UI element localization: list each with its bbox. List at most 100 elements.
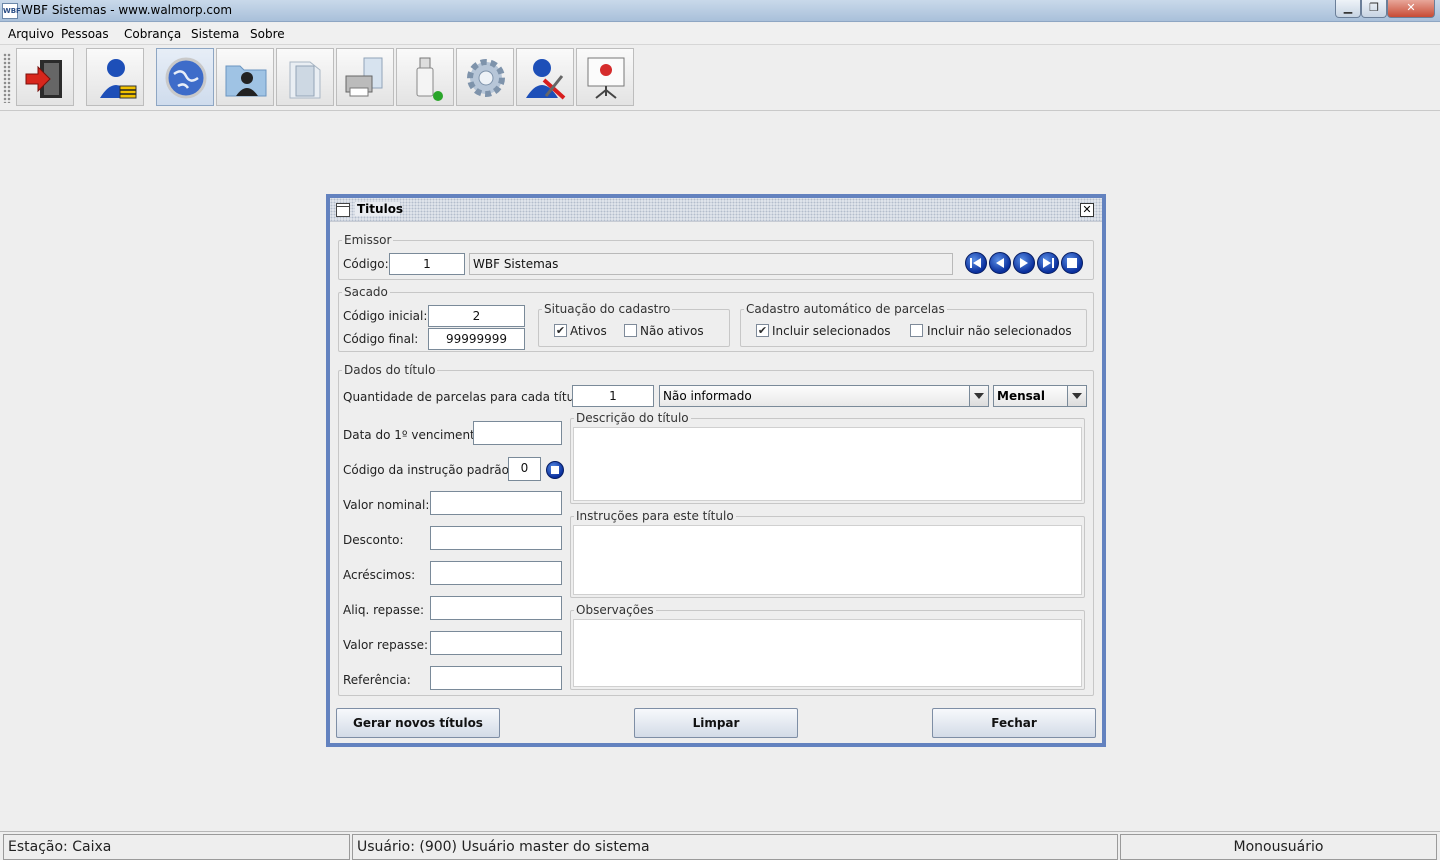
descricao-textarea[interactable] — [573, 427, 1082, 501]
toolbar-presentation-button[interactable] — [576, 48, 634, 106]
qtd-parcelas-input[interactable]: 1 — [572, 385, 654, 407]
stop-icon — [1067, 258, 1077, 268]
codigo-final-input[interactable]: 99999999 — [428, 328, 525, 350]
valor-nominal-input[interactable] — [430, 491, 562, 515]
nao-ativos-label: Não ativos — [640, 324, 704, 338]
chevron-down-icon — [969, 386, 988, 406]
user-tools-icon — [526, 59, 566, 100]
aliq-repasse-input[interactable] — [430, 596, 562, 620]
incluir-nao-selecionados-checkbox[interactable] — [910, 324, 923, 337]
instrucoes-textarea[interactable] — [573, 525, 1082, 595]
status-bar: Estação: Caixa Usuário: (900) Usuário ma… — [0, 831, 1440, 860]
status-modo: Monousuário — [1120, 834, 1437, 860]
acrescimos-label: Acréscimos: — [343, 568, 416, 582]
first-record-icon — [970, 258, 981, 268]
observacoes-label: Observações — [574, 603, 656, 617]
menu-sobre[interactable]: Sobre — [250, 27, 285, 41]
chevron-down-icon — [1067, 386, 1086, 406]
nav-stop-button[interactable] — [1061, 252, 1083, 274]
toolbar-user-tools-button[interactable] — [516, 48, 574, 106]
toolbar-settings-button[interactable] — [456, 48, 514, 106]
periodo-select[interactable]: Mensal — [993, 385, 1087, 407]
menu-sistema[interactable]: Sistema — [191, 27, 239, 41]
nav-previous-button[interactable] — [989, 252, 1011, 274]
descricao-label: Descrição do título — [574, 411, 691, 425]
limpar-button[interactable]: Limpar — [634, 708, 798, 738]
menu-pessoas[interactable]: Pessoas — [61, 27, 109, 41]
toolbar-grip[interactable] — [3, 53, 11, 103]
exit-icon — [25, 60, 62, 98]
lookup-icon — [551, 466, 559, 474]
nav-next-button[interactable] — [1013, 252, 1035, 274]
dialog-close-button[interactable]: ✕ — [1080, 203, 1094, 217]
previous-record-icon — [996, 258, 1004, 268]
dados-titulo-group-label: Dados do título — [342, 363, 438, 377]
toolbar-exit-button[interactable] — [16, 48, 74, 106]
next-record-icon — [1020, 258, 1028, 268]
cadastro-auto-group-label: Cadastro automático de parcelas — [744, 302, 947, 316]
data-vencimento-input[interactable] — [473, 421, 562, 445]
gear-icon — [467, 59, 505, 97]
observacoes-textarea[interactable] — [573, 619, 1082, 687]
incluir-nao-selecionados-label: Incluir não selecionados — [927, 324, 1072, 338]
toolbar — [0, 45, 1440, 111]
valor-repasse-input[interactable] — [430, 631, 562, 655]
tipo-parcela-select[interactable]: Não informado — [659, 385, 989, 407]
emissor-codigo-input[interactable]: 1 — [389, 253, 465, 275]
sacado-group-label: Sacado — [342, 285, 390, 299]
incluir-selecionados-checkbox[interactable]: ✔ — [756, 324, 769, 337]
incluir-selecionados-label: Incluir selecionados — [772, 324, 891, 338]
menu-cobranca[interactable]: Cobrança — [124, 27, 181, 41]
menu-arquivo[interactable]: Arquivo — [8, 27, 54, 41]
dialog-titlebar[interactable]: Titulos ✕ — [330, 198, 1102, 222]
ativos-checkbox[interactable]: ✔ — [554, 324, 567, 337]
desconto-label: Desconto: — [343, 533, 404, 547]
close-button[interactable]: ✕ — [1387, 0, 1435, 18]
tipo-parcela-value: Não informado — [663, 389, 752, 403]
window-title: WBF Sistemas - www.walmorp.com — [21, 3, 233, 17]
periodo-value: Mensal — [997, 389, 1045, 403]
titulos-dialog: Titulos ✕ Emissor Código: 1 WBF Sistemas… — [326, 194, 1106, 747]
app-icon: WBF — [2, 3, 21, 19]
ativos-check-mark: ✔ — [555, 324, 566, 337]
toolbar-usb-button[interactable] — [396, 48, 454, 106]
fechar-button[interactable]: Fechar — [932, 708, 1096, 738]
instrucao-padrao-input[interactable]: 0 — [508, 457, 541, 481]
minimize-button[interactable]: ▁ — [1335, 0, 1361, 18]
gerar-titulos-button[interactable]: Gerar novos títulos — [336, 708, 500, 738]
printer-icon — [345, 57, 383, 97]
toolbar-contacts-button[interactable] — [216, 48, 274, 106]
referencia-input[interactable] — [430, 666, 562, 690]
dialog-window-icon — [336, 203, 350, 217]
nav-last-button[interactable] — [1037, 252, 1059, 274]
toolbar-user-lock-button[interactable] — [86, 48, 144, 106]
codigo-inicial-input[interactable]: 2 — [428, 305, 525, 327]
nav-first-button[interactable] — [965, 252, 987, 274]
toolbar-folder-button[interactable] — [276, 48, 334, 106]
emissor-codigo-label: Código: — [343, 257, 389, 271]
emissor-group-label: Emissor — [342, 233, 394, 247]
status-usuario: Usuário: (900) Usuário master do sistema — [352, 834, 1118, 860]
maximize-button[interactable]: ❐ — [1361, 0, 1387, 18]
valor-repasse-label: Valor repasse: — [343, 638, 429, 652]
usb-drive-icon — [416, 57, 443, 101]
folder-icon — [289, 61, 321, 99]
nao-ativos-checkbox[interactable] — [624, 324, 637, 337]
toolbar-globe-button[interactable] — [156, 48, 214, 106]
window-titlebar: WBF WBF Sistemas - www.walmorp.com ▁ ❐ ✕ — [0, 0, 1440, 22]
acrescimos-input[interactable] — [430, 561, 562, 585]
desconto-input[interactable] — [430, 526, 562, 550]
user-lock-icon — [100, 59, 137, 99]
last-record-icon — [1043, 258, 1054, 268]
menu-bar: Arquivo Pessoas Cobrança Sistema Sobre — [0, 23, 1440, 45]
instrucao-lookup-button[interactable] — [546, 461, 564, 479]
status-estacao: Estação: Caixa — [3, 834, 350, 860]
contact-folder-icon — [225, 65, 267, 97]
toolbar-printer-button[interactable] — [336, 48, 394, 106]
qtd-parcelas-label: Quantidade de parcelas para cada título: — [343, 390, 589, 404]
codigo-final-label: Código final: — [343, 332, 419, 346]
instrucoes-label: Instruções para este título — [574, 509, 736, 523]
valor-nominal-label: Valor nominal: — [343, 498, 430, 512]
situacao-group-label: Situação do cadastro — [542, 302, 673, 316]
data-vencimento-label: Data do 1º vencimento: — [343, 428, 487, 442]
